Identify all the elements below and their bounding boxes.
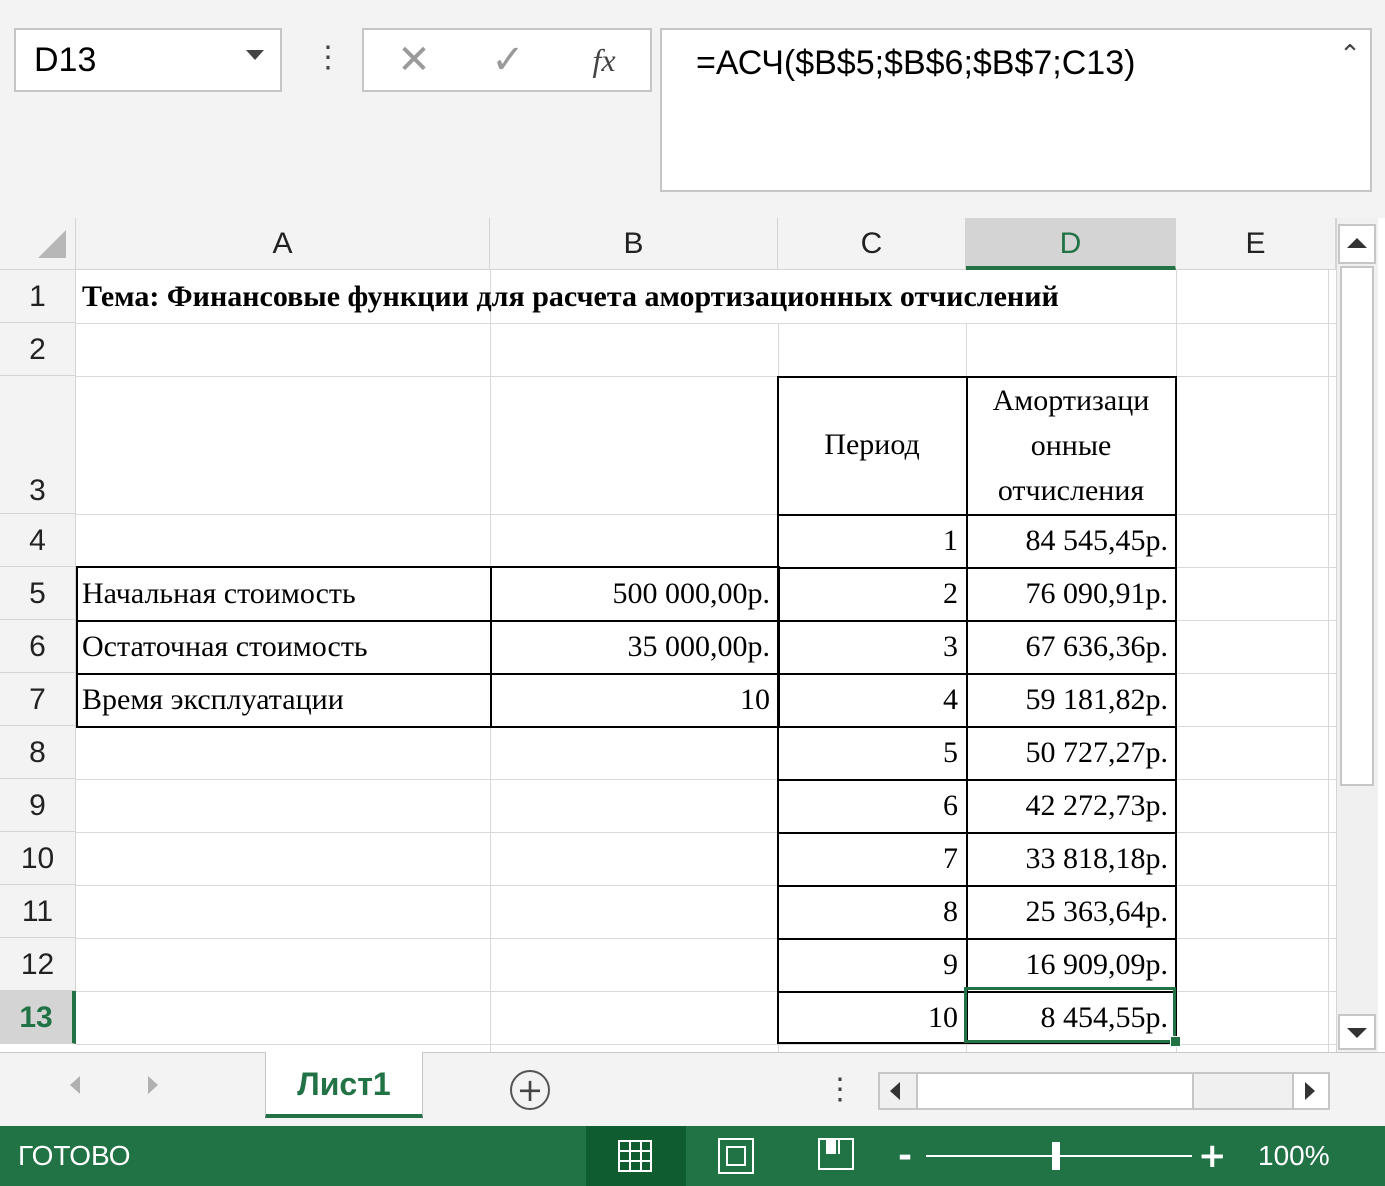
scroll-up-icon [1347, 238, 1367, 248]
header-line: Амортизаци [992, 384, 1150, 417]
gridline [1328, 270, 1329, 1052]
header-line: отчисления [997, 474, 1145, 507]
tab-splitter-icon[interactable]: ⋮ [825, 1068, 855, 1112]
cell-period[interactable]: 8 [778, 885, 966, 938]
sheet-tab-active[interactable]: Лист1 [265, 1052, 423, 1118]
column-header-e[interactable]: E [1176, 218, 1336, 270]
row-header[interactable]: 9 [0, 779, 76, 832]
zoom-level[interactable]: 100% [1258, 1126, 1330, 1186]
cell-amortization[interactable]: 76 090,91р. [966, 567, 1176, 620]
row-header[interactable]: 5 [0, 567, 76, 620]
column-header-c[interactable]: C [778, 218, 966, 270]
scroll-right-icon [1305, 1082, 1315, 1100]
normal-view-icon-line [618, 1150, 652, 1152]
row-header[interactable]: 2 [0, 323, 76, 376]
dropdown-arrow-icon[interactable] [246, 50, 264, 60]
row-header[interactable]: 7 [0, 673, 76, 726]
cell-period[interactable]: 5 [778, 726, 966, 779]
cell-amortization[interactable]: 16 909,09р. [966, 938, 1176, 991]
cell-a6[interactable]: Остаточная стоимость [82, 620, 368, 673]
name-box[interactable]: D13 [14, 28, 282, 92]
fill-handle[interactable] [1170, 1036, 1181, 1047]
cell-period[interactable]: 2 [778, 567, 966, 620]
header-line: онные [1030, 429, 1112, 462]
page-break-icon-line [838, 1140, 840, 1154]
cell-period[interactable]: 1 [778, 514, 966, 567]
page-layout-icon-inner [726, 1146, 746, 1166]
normal-view-icon-line [618, 1160, 652, 1162]
cell-period[interactable]: 4 [778, 673, 966, 726]
cell-amortization[interactable]: 42 272,73р. [966, 779, 1176, 832]
enter-icon[interactable]: ✓ [480, 30, 536, 90]
row-header[interactable]: 12 [0, 938, 76, 991]
cell-amortization[interactable]: 25 363,64р. [966, 885, 1176, 938]
row-header[interactable]: 1 [0, 270, 76, 323]
column-header-a[interactable]: A [76, 218, 490, 270]
row-header[interactable]: 3 [0, 376, 76, 514]
cell-d3-amortization-header[interactable]: Амортизаци онные отчисления [966, 376, 1176, 514]
row-header[interactable]: 6 [0, 620, 76, 673]
gridline [76, 323, 1336, 324]
status-text: ГОТОВО [18, 1140, 131, 1171]
expand-icon[interactable]: ⌃ [1335, 40, 1365, 70]
gridline [76, 1044, 1336, 1045]
add-sheet-icon[interactable]: + [510, 1070, 550, 1110]
cell-period[interactable]: 9 [778, 938, 966, 991]
cancel-icon[interactable]: ✕ [386, 30, 442, 90]
row-header[interactable]: 8 [0, 726, 76, 779]
scroll-down-icon [1347, 1028, 1367, 1038]
active-cell-selection [964, 987, 1176, 1043]
cell-b6[interactable]: 35 000,00р. [490, 620, 778, 673]
row-header[interactable]: 10 [0, 832, 76, 885]
normal-view-icon-line [629, 1140, 631, 1172]
formula-input[interactable]: =АСЧ($B$5;$B$6;$B$7;C13) [660, 28, 1372, 192]
page-break-icon[interactable] [818, 1138, 854, 1170]
horizontal-scroll-thumb[interactable] [916, 1074, 1194, 1108]
column-header-d[interactable]: D [966, 218, 1176, 270]
formula-buttons: ✕ ✓ fx [362, 28, 652, 92]
cell-amortization[interactable]: 33 818,18р. [966, 832, 1176, 885]
next-sheet-icon[interactable] [148, 1076, 158, 1094]
scroll-left-icon[interactable] [890, 1082, 900, 1100]
cell-amortization[interactable]: 67 636,36р. [966, 620, 1176, 673]
zoom-out-button[interactable]: - [898, 1134, 918, 1178]
normal-view-icon [618, 1140, 652, 1172]
cell-period[interactable]: 10 [778, 991, 966, 1044]
cell-amortization[interactable]: 50 727,27р. [966, 726, 1176, 779]
cell-period[interactable]: 6 [778, 779, 966, 832]
row-header[interactable]: 4 [0, 514, 76, 567]
more-options-icon[interactable]: ⋮ [313, 38, 343, 78]
vertical-scroll-thumb[interactable] [1340, 266, 1374, 786]
cell-a7[interactable]: Время эксплуатации [82, 673, 344, 726]
normal-view-icon-line [640, 1140, 642, 1172]
zoom-slider-thumb[interactable] [1052, 1142, 1060, 1170]
row-header-active[interactable]: 13 [0, 991, 76, 1044]
cell-amortization[interactable]: 84 545,45р. [966, 514, 1176, 567]
cell-amortization[interactable]: 59 181,82р. [966, 673, 1176, 726]
row-header[interactable]: 11 [0, 885, 76, 938]
function-icon[interactable]: fx [576, 30, 632, 90]
cell-period[interactable]: 7 [778, 832, 966, 885]
select-all-icon [38, 230, 66, 258]
cell-b7[interactable]: 10 [490, 673, 778, 726]
prev-sheet-icon[interactable] [70, 1076, 80, 1094]
column-header-b[interactable]: B [490, 218, 778, 270]
cell-a1-title[interactable]: Тема: Финансовые функции для расчета амо… [82, 270, 1059, 323]
cell-a5[interactable]: Начальная стоимость [82, 567, 356, 620]
cell-b5[interactable]: 500 000,00р. [490, 567, 778, 620]
cell-c3-period-header[interactable]: Период [778, 376, 966, 514]
page-break-icon-fill [826, 1140, 836, 1154]
cell-period[interactable]: 3 [778, 620, 966, 673]
spreadsheet-grid: A B C D E 1 2 3 4 5 6 7 8 9 10 11 12 13 … [0, 218, 1385, 1052]
zoom-in-button[interactable]: + [1198, 1134, 1227, 1178]
